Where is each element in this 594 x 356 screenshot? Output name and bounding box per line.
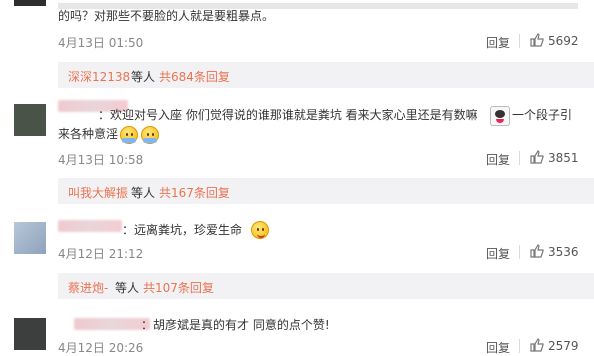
divider [519, 34, 520, 48]
reply-summary: 蔡进炮- 等人 共107条回复 [58, 273, 594, 299]
reply-summary-text: 等人 [131, 186, 156, 200]
username-blurred[interactable] [58, 220, 122, 232]
reply-summary: 叫我大解振 等人 共167条回复 [58, 178, 594, 204]
avatar[interactable] [14, 104, 46, 136]
thumbs-up-icon[interactable] [530, 33, 544, 47]
avatar[interactable] [14, 0, 46, 6]
divider [519, 339, 520, 353]
comment-time: 4月13日 10:58 [58, 153, 144, 167]
comment-text: ：欢迎对号入座 你们觉得说的谁那谁就是粪坑 看来大家心里还是有数嘛 [98, 108, 478, 122]
like-count: 3851 [548, 151, 579, 165]
like-count: 3536 [548, 245, 579, 259]
reply-button[interactable]: 回复 [486, 151, 510, 168]
avatar[interactable] [14, 318, 46, 350]
like-count: 2579 [548, 339, 579, 353]
reply-summary-text: 等人 [131, 70, 156, 84]
comment-time: 4月12日 21:12 [58, 247, 144, 261]
more-replies-link[interactable]: 共107条回复 [143, 279, 214, 296]
reply-user-link[interactable]: 叫我大解振 [68, 184, 128, 201]
username-blurred[interactable] [74, 318, 150, 330]
avatar[interactable] [14, 222, 46, 254]
reply-user-link[interactable]: 蔡进炮- [68, 279, 108, 296]
shy-emoji-icon [120, 126, 138, 144]
reply-button[interactable]: 回复 [486, 34, 510, 51]
comment-text: ：远离粪坑，珍爱生命 [122, 223, 243, 237]
comment-text: 来各种意淫 [58, 127, 119, 141]
shy-emoji-icon [141, 126, 159, 144]
thumbs-up-icon[interactable] [530, 338, 544, 352]
like-count: 5692 [548, 34, 579, 48]
divider [519, 245, 520, 259]
reply-summary: 深深12138 等人 共684条回复 [58, 62, 594, 88]
reply-button[interactable]: 回复 [486, 245, 510, 262]
comment-text: ：胡彦斌是真的有才 同意的点个赞! [141, 318, 330, 332]
comment-time: 4月12日 20:26 [58, 341, 144, 355]
comment-text: 一个段子引 [512, 108, 573, 122]
more-replies-link[interactable]: 共167条回复 [159, 184, 230, 201]
thumbs-up-icon[interactable] [530, 244, 544, 258]
divider [519, 151, 520, 165]
reply-user-link[interactable]: 深深12138 [68, 68, 130, 85]
thumbs-up-icon[interactable] [530, 150, 544, 164]
reply-button[interactable]: 回复 [486, 339, 510, 356]
reply-summary-text: 等人 [115, 281, 140, 295]
comment-time: 4月13日 01:50 [58, 36, 144, 50]
comment-text: 的吗？对那些不要脸的人就是要粗暴点。 [58, 9, 275, 23]
more-replies-link[interactable]: 共684条回复 [159, 68, 230, 85]
meme-face-icon [490, 106, 510, 126]
wink-emoji-icon [251, 221, 269, 239]
